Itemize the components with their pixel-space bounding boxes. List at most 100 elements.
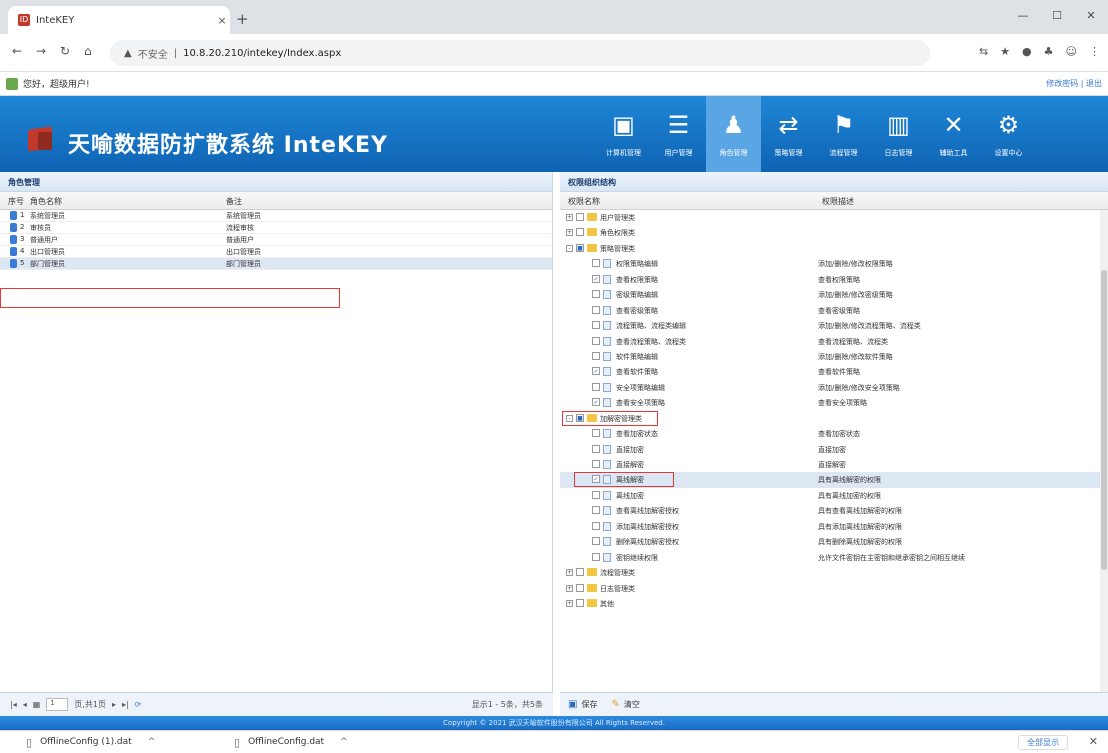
checkbox[interactable] (592, 259, 600, 268)
tree-row[interactable]: ✓ 查看权限策略 查看权限策略 (560, 272, 1100, 287)
prev-page-icon[interactable]: ◂ (23, 700, 27, 709)
chevron-up-icon[interactable]: ^ (340, 737, 348, 747)
home-icon[interactable]: ⌂ (84, 44, 92, 58)
tree-row[interactable]: 权限策略编辑 添加/删除/修改权限策略 (560, 256, 1100, 271)
tree-row[interactable]: 删除离线加解密授权 具有删除离线加解密的权限 (560, 534, 1100, 549)
tab-close-icon[interactable]: × (214, 14, 230, 27)
tree-row[interactable]: 直接加密 直接加密 (560, 442, 1100, 457)
checkbox[interactable] (592, 429, 600, 438)
close-window-button[interactable]: ✕ (1074, 9, 1108, 22)
download-item[interactable]: ▯ OfflineConfig (1).dat ^ (0, 736, 208, 749)
new-tab-button[interactable]: + (236, 10, 249, 28)
checkbox[interactable]: ✓ (592, 274, 600, 283)
maximize-button[interactable]: ☐ (1040, 9, 1074, 22)
tree-row[interactable]: ✓ 查看安全项策略 查看安全项策略 (560, 395, 1100, 410)
checkbox[interactable]: ■ (576, 243, 584, 252)
checkbox[interactable] (576, 598, 584, 607)
next-page-icon[interactable]: ▸ (112, 700, 116, 709)
checkbox[interactable] (592, 321, 600, 330)
checkbox[interactable] (592, 506, 600, 515)
tree-row[interactable]: 离线加密 具有离线加密的权限 (560, 488, 1100, 503)
table-row[interactable]: 3 普通用户 普通用户 (0, 234, 552, 246)
tree-row[interactable]: - ■ 策略管理类 (560, 241, 1100, 256)
tree-row[interactable]: 直接解密 直接解密 (560, 457, 1100, 472)
last-page-icon[interactable]: ▸| (122, 700, 129, 709)
forward-icon[interactable]: → (36, 44, 46, 58)
menu-item-users[interactable]: ☰ 用户管理 (651, 96, 706, 172)
checkbox[interactable] (592, 382, 600, 391)
menu-item-tools[interactable]: ✕ 辅助工具 (926, 96, 981, 172)
table-row[interactable]: 4 出口管理员 出口管理员 (0, 246, 552, 258)
expand-icon[interactable]: + (566, 229, 573, 237)
tree-row[interactable]: + 流程管理类 (560, 565, 1100, 580)
tree-row[interactable]: 流程策略、流程类编辑 添加/删除/修改流程策略、流程类 (560, 318, 1100, 333)
tree-row[interactable]: + 其他 (560, 596, 1100, 611)
menu-item-strategy[interactable]: ⇄ 策略管理 (761, 96, 816, 172)
table-row[interactable]: 5 部门管理员 部门管理员 (0, 258, 552, 270)
table-row[interactable]: 2 审核员 流程审核 (0, 222, 552, 234)
checkbox[interactable] (592, 537, 600, 546)
first-page-icon[interactable]: |◂ (10, 700, 17, 709)
expand-icon[interactable]: + (566, 599, 573, 607)
download-item[interactable]: ▯ OfflineConfig.dat ^ (208, 736, 416, 749)
close-download-bar-icon[interactable]: ✕ (1089, 735, 1098, 748)
expand-icon[interactable]: - (566, 244, 573, 252)
tree-row[interactable]: + 日志管理类 (560, 581, 1100, 596)
account-links[interactable]: 修改密码 | 退出 (1046, 78, 1102, 89)
checkbox[interactable] (576, 213, 584, 221)
checkbox[interactable] (592, 460, 600, 468)
tree-row[interactable]: 软件策略编辑 添加/删除/修改软件策略 (560, 349, 1100, 364)
tree-row[interactable]: 查看密级策略 查看密级策略 (560, 303, 1100, 318)
tree-row[interactable]: + 用户管理类 (560, 210, 1100, 225)
menu-item-log[interactable]: ▥ 日志管理 (871, 96, 926, 172)
checkbox[interactable] (592, 305, 600, 314)
checkbox[interactable] (576, 583, 584, 592)
expand-icon[interactable]: + (566, 584, 573, 592)
extension-icon[interactable]: ● (1022, 45, 1032, 58)
tree-row[interactable]: ✓ 离线解密 具有离线解密的权限 (560, 472, 1100, 488)
reload-icon[interactable]: ↻ (60, 44, 70, 58)
puzzle-icon[interactable]: ♣ (1044, 45, 1054, 58)
star-icon[interactable]: ★ (1000, 45, 1010, 58)
checkbox[interactable] (592, 444, 600, 453)
scroll-thumb[interactable] (1101, 270, 1107, 570)
tree-scrollbar[interactable] (1100, 210, 1108, 692)
expand-icon[interactable]: + (566, 569, 573, 577)
menu-item-settings[interactable]: ⚙ 设置中心 (981, 96, 1036, 172)
tree-row[interactable]: - ■ 加解密管理类 (560, 410, 1100, 426)
checkbox[interactable] (592, 290, 600, 299)
table-row[interactable]: 1 系统管理员 系统管理员 (0, 210, 552, 222)
profile-icon[interactable]: ☺ (1066, 45, 1077, 58)
menu-item-flow[interactable]: ⚑ 流程管理 (816, 96, 871, 172)
checkbox[interactable] (592, 351, 600, 360)
show-all-button[interactable]: 全部显示 (1018, 735, 1068, 750)
minimize-button[interactable]: — (1006, 9, 1040, 22)
tree-row[interactable]: ✓ 查看软件策略 查看软件策略 (560, 364, 1100, 379)
checkbox[interactable]: ✓ (592, 367, 600, 376)
checkbox[interactable] (576, 568, 584, 577)
tree-row[interactable]: 查看离线加解密授权 具有查看离线加解密的权限 (560, 503, 1100, 518)
clear-button[interactable]: ✎ 清空 (611, 699, 639, 710)
tree-row[interactable]: 添加离线加解密授权 具有添加离线加解密的权限 (560, 519, 1100, 534)
checkbox[interactable] (592, 336, 600, 345)
checkbox[interactable] (576, 228, 584, 237)
back-icon[interactable]: ← (12, 44, 22, 58)
url-bar[interactable]: ▲ 不安全 | 10.8.20.210/intekey/Index.aspx (110, 40, 930, 66)
tree-row[interactable]: 安全项策略编辑 添加/删除/修改安全项策略 (560, 380, 1100, 395)
browser-tab[interactable]: ID InteKEY × (8, 6, 230, 34)
more-icon[interactable]: ⋮ (1089, 45, 1100, 58)
translate-icon[interactable]: ⇆ (979, 45, 988, 58)
tree-row[interactable]: 密级策略编辑 添加/删除/修改密级策略 (560, 287, 1100, 302)
tree-row[interactable]: 密钥继续权限 允许文件密钥在主密钥和继承密钥之间相互继续 (560, 550, 1100, 565)
checkbox[interactable]: ✓ (592, 398, 600, 407)
tree-row[interactable]: + 角色权限类 (560, 225, 1100, 240)
page-input[interactable]: 1 (46, 698, 69, 711)
save-button[interactable]: ▣ 保存 (568, 699, 597, 710)
refresh-icon[interactable]: ⟳ (135, 700, 142, 709)
expand-icon[interactable]: + (566, 214, 573, 221)
menu-item-role[interactable]: ♟ 角色管理 (706, 96, 761, 172)
checkbox[interactable] (592, 552, 600, 561)
checkbox[interactable] (592, 521, 600, 530)
chevron-up-icon[interactable]: ^ (148, 737, 156, 747)
tree-row[interactable]: 查看流程策略、流程类 查看流程策略、流程类 (560, 334, 1100, 349)
